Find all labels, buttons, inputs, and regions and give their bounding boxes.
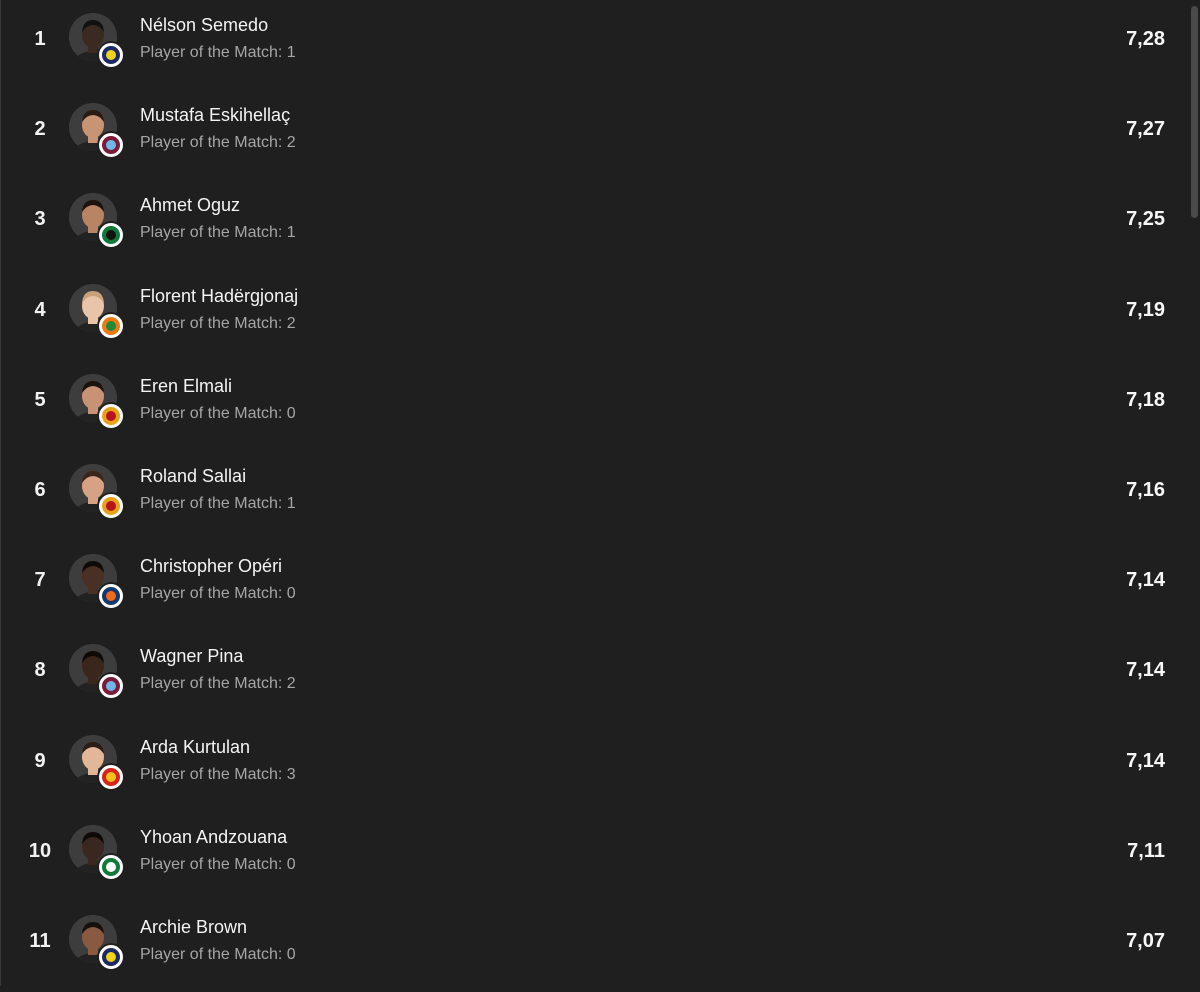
alanyaspor-crest-icon bbox=[97, 311, 125, 340]
kocaelispor-crest-icon bbox=[97, 221, 125, 250]
player-of-the-match-count: Player of the Match: 1 bbox=[140, 495, 296, 512]
player-avatar-group[interactable] bbox=[69, 193, 125, 250]
fenerbahce-crest-icon bbox=[97, 41, 125, 69]
player-rating: 7,28 bbox=[1126, 28, 1165, 50]
player-row[interactable]: 11 Archie Brown Player of the Match: 0 7,07 bbox=[1, 902, 1189, 992]
player-rank: 11 bbox=[29, 930, 51, 952]
player-avatar-group[interactable] bbox=[69, 464, 125, 520]
konyaspor-crest-icon bbox=[97, 852, 125, 881]
player-rank: 4 bbox=[34, 298, 46, 321]
player-row[interactable]: 6 Roland Sallai Player of the Match: 1 7,16 bbox=[1, 451, 1189, 541]
player-of-the-match-count: Player of the Match: 2 bbox=[140, 675, 296, 693]
player-avatar-group[interactable] bbox=[69, 283, 125, 340]
player-ratings-list: 1 Nélson Semedo Player of the Match: 1 7,28… bbox=[0, 0, 1200, 986]
player-rating: 7,19 bbox=[1126, 298, 1165, 321]
galatasaray-crest-icon bbox=[97, 401, 125, 430]
player-name[interactable]: Mustafa Eskihellaç bbox=[140, 105, 290, 126]
player-rating: 7,25 bbox=[1126, 208, 1165, 231]
player-rank: 7 bbox=[34, 569, 46, 592]
player-name[interactable]: Eren Elmali bbox=[140, 376, 232, 397]
player-row[interactable]: 7 Christopher Opéri Player of the Match: 0… bbox=[1, 541, 1189, 631]
player-name[interactable]: Nélson Semedo bbox=[140, 15, 268, 36]
player-of-the-match-count: Player of the Match: 1 bbox=[140, 44, 296, 61]
player-of-the-match-count: Player of the Match: 2 bbox=[140, 134, 296, 152]
player-row[interactable]: 4 Florent Hadërgjonaj Player of the Match:… bbox=[1, 271, 1189, 361]
player-of-the-match-count: Player of the Match: 0 bbox=[140, 585, 296, 603]
player-rank: 8 bbox=[34, 659, 46, 682]
player-name[interactable]: Ahmet Oguz bbox=[140, 195, 240, 216]
player-of-the-match-count: Player of the Match: 2 bbox=[140, 314, 296, 332]
player-rating: 7,11 bbox=[1127, 839, 1165, 862]
player-rank: 10 bbox=[28, 839, 52, 862]
player-of-the-match-count: Player of the Match: 3 bbox=[140, 765, 296, 783]
player-name[interactable]: Florent Hadërgjonaj bbox=[140, 286, 298, 307]
player-rating: 7,27 bbox=[1126, 118, 1165, 141]
player-row[interactable]: 2 Mustafa Eskihellaç Player of the Match: … bbox=[1, 90, 1189, 180]
player-rank: 5 bbox=[34, 388, 46, 411]
player-name[interactable]: Yhoan Andzouana bbox=[140, 827, 287, 848]
player-rank: 2 bbox=[34, 118, 46, 141]
player-name[interactable]: Christopher Opéri bbox=[140, 556, 282, 577]
player-rating: 7,07 bbox=[1126, 930, 1165, 952]
goztepe-crest-icon bbox=[97, 762, 125, 791]
player-avatar-group[interactable] bbox=[69, 734, 125, 791]
trabzonspor-crest-icon bbox=[97, 672, 125, 701]
player-name[interactable]: Wagner Pina bbox=[140, 646, 243, 667]
fenerbahce-crest-icon bbox=[97, 943, 125, 971]
trabzonspor-crest-icon bbox=[97, 131, 125, 160]
player-of-the-match-count: Player of the Match: 0 bbox=[140, 404, 296, 422]
player-name[interactable]: Arda Kurtulan bbox=[140, 737, 250, 758]
player-of-the-match-count: Player of the Match: 0 bbox=[140, 946, 296, 963]
player-name[interactable]: Roland Sallai bbox=[140, 466, 246, 487]
galatasaray-crest-icon bbox=[97, 492, 125, 520]
player-rank: 3 bbox=[34, 208, 46, 231]
player-rating: 7,16 bbox=[1126, 479, 1165, 501]
scrollbar[interactable] bbox=[1188, 0, 1200, 986]
player-avatar-group[interactable] bbox=[69, 915, 125, 971]
player-rating: 7,14 bbox=[1126, 749, 1165, 772]
player-rank: 6 bbox=[34, 479, 46, 501]
player-row[interactable]: 5 Eren Elmali Player of the Match: 0 7,18 bbox=[1, 361, 1189, 451]
player-row[interactable]: 1 Nélson Semedo Player of the Match: 1 7,28 bbox=[1, 0, 1189, 90]
player-of-the-match-count: Player of the Match: 0 bbox=[140, 855, 296, 873]
player-avatar-group[interactable] bbox=[69, 13, 125, 69]
player-rating: 7,18 bbox=[1126, 388, 1165, 411]
basaksehir-crest-icon bbox=[97, 582, 125, 611]
player-rank: 1 bbox=[34, 28, 46, 50]
scrollbar-thumb[interactable] bbox=[1191, 6, 1198, 218]
player-avatar-group[interactable] bbox=[69, 644, 125, 701]
player-row[interactable]: 3 Ahmet Oguz Player of the Match: 1 7,25 bbox=[1, 180, 1189, 270]
player-name[interactable]: Archie Brown bbox=[140, 917, 247, 938]
player-avatar-group[interactable] bbox=[69, 103, 125, 160]
player-avatar-group[interactable] bbox=[69, 373, 125, 430]
player-row[interactable]: 9 Arda Kurtulan Player of the Match: 3 7,14 bbox=[1, 722, 1189, 812]
player-row[interactable]: 10 Yhoan Andzouana Player of the Match: 0 7… bbox=[1, 812, 1189, 902]
player-rating: 7,14 bbox=[1126, 659, 1165, 682]
player-rank: 9 bbox=[34, 749, 46, 772]
player-of-the-match-count: Player of the Match: 1 bbox=[140, 224, 296, 242]
player-row[interactable]: 8 Wagner Pina Player of the Match: 2 7,14 bbox=[1, 631, 1189, 721]
player-avatar-group[interactable] bbox=[69, 824, 125, 881]
player-avatar-group[interactable] bbox=[69, 554, 125, 611]
player-rating: 7,14 bbox=[1126, 569, 1165, 592]
